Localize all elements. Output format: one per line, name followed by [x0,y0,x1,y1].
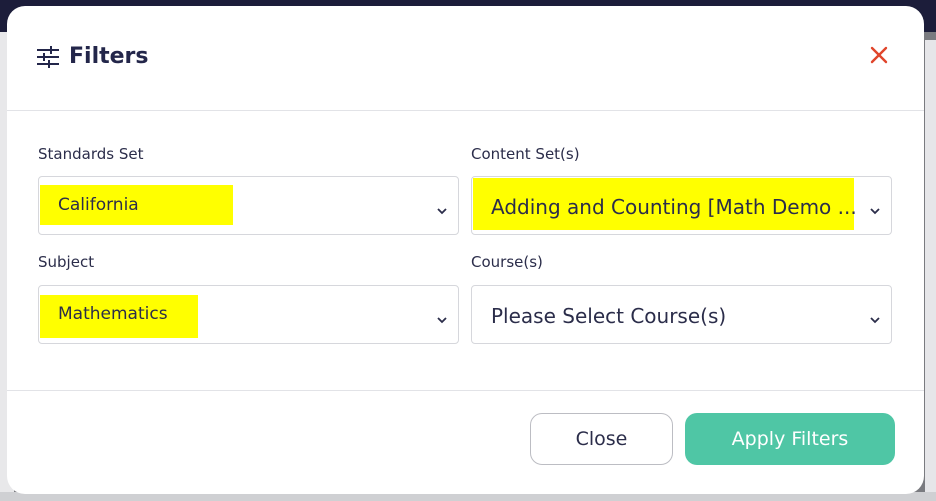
subject-value: Mathematics [58,304,168,324]
content-sets-select[interactable]: Adding and Counting [Math Demo ... [471,176,892,235]
modal-header: Filters [7,6,924,111]
chevron-down-icon [436,310,448,324]
subject-select[interactable]: Mathematics [38,285,459,344]
close-icon[interactable] [868,44,890,66]
courses-select[interactable]: Please Select Course(s) [471,285,892,344]
chevron-down-icon [869,310,881,324]
modal-title: Filters [69,44,149,69]
chevron-down-icon [869,201,881,215]
sliders-icon [37,46,59,68]
standards-set-label: Standards Set [38,145,144,163]
filters-modal: Filters Standards Set California Content… [7,6,924,494]
backdrop-right-panel [925,40,936,501]
standards-set-value: California [58,195,139,215]
chevron-down-icon [436,201,448,215]
modal-footer: Close Apply Filters [7,390,924,494]
courses-value: Please Select Course(s) [491,304,727,328]
content-sets-label: Content Set(s) [471,145,580,163]
standards-set-select[interactable]: California [38,176,459,235]
courses-label: Course(s) [471,253,543,271]
content-sets-value: Adding and Counting [Math Demo ... [491,195,857,219]
subject-label: Subject [38,253,95,271]
apply-filters-button[interactable]: Apply Filters [685,413,895,465]
close-button[interactable]: Close [530,413,673,465]
